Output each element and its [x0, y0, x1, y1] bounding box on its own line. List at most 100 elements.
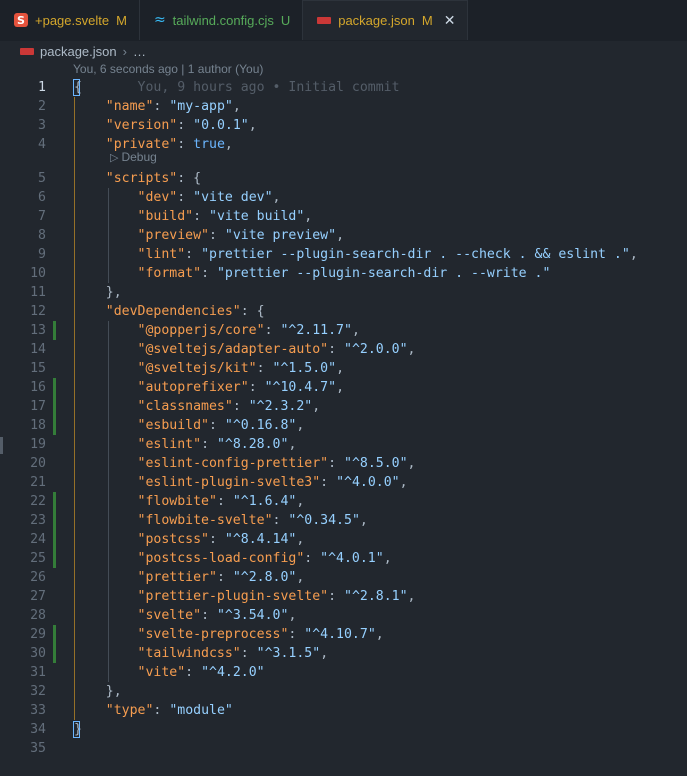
code-line[interactable]: 12 "devDependencies": {: [0, 302, 687, 321]
line-number: 29: [30, 627, 46, 642]
git-change-marker[interactable]: [53, 530, 56, 549]
git-change-marker[interactable]: [53, 321, 56, 340]
code-text: "dev": "vite dev",: [137, 190, 281, 205]
code-line[interactable]: 9 "lint": "prettier --plugin-search-dir …: [0, 245, 687, 264]
breadcrumb-file[interactable]: package.json: [40, 44, 117, 59]
editor-tab-bar: S +page.svelte M ≈ tailwind.config.cjs U…: [0, 0, 687, 41]
code-text: "name": "my-app",: [105, 99, 241, 114]
code-line[interactable]: 25 "postcss-load-config": "^4.0.1",: [0, 549, 687, 568]
line-number: 30: [30, 646, 46, 661]
code-text: { You, 9 hours ago • Initial commit: [74, 80, 400, 95]
code-text: "preview": "vite preview",: [137, 228, 345, 243]
code-line[interactable]: 31 "vite": "^4.2.0": [0, 663, 687, 682]
code-line[interactable]: 5 "scripts": {: [0, 169, 687, 188]
tab-label: +page.svelte: [35, 12, 110, 28]
code-text: "devDependencies": {: [105, 304, 265, 319]
code-line[interactable]: 3 "version": "0.0.1",: [0, 116, 687, 135]
npm-icon: [20, 47, 34, 55]
code-text: "@sveltejs/adapter-auto": "^2.0.0",: [137, 342, 416, 357]
code-line[interactable]: 17 "classnames": "^2.3.2",: [0, 397, 687, 416]
line-number: 34: [30, 722, 46, 737]
code-line[interactable]: 22 "flowbite": "^1.6.4",: [0, 492, 687, 511]
code-text: "flowbite-svelte": "^0.34.5",: [137, 513, 368, 528]
code-line[interactable]: 32 },: [0, 682, 687, 701]
line-number: 13: [30, 323, 46, 338]
code-line[interactable]: 24 "postcss": "^8.4.14",: [0, 530, 687, 549]
code-line[interactable]: 21 "eslint-plugin-svelte3": "^4.0.0",: [0, 473, 687, 492]
code-line[interactable]: 18 "esbuild": "^0.16.8",: [0, 416, 687, 435]
code-editor[interactable]: You, 6 seconds ago | 1 author (You) ▷ De…: [0, 62, 687, 776]
close-icon[interactable]: ✕: [444, 13, 456, 29]
git-change-marker[interactable]: [53, 397, 56, 416]
code-line[interactable]: 4 "private": true,: [0, 135, 687, 154]
line-number: 3: [38, 118, 46, 133]
git-change-marker[interactable]: [53, 416, 56, 435]
breadcrumb-more[interactable]: …: [133, 44, 146, 59]
code-line[interactable]: 26 "prettier": "^2.8.0",: [0, 568, 687, 587]
code-line[interactable]: 35: [0, 739, 687, 758]
code-text: "svelte-preprocess": "^4.10.7",: [137, 627, 384, 642]
code-line[interactable]: 16 "autoprefixer": "^10.4.7",: [0, 378, 687, 397]
code-text: "format": "prettier --plugin-search-dir …: [137, 266, 551, 281]
code-line[interactable]: 27 "prettier-plugin-svelte": "^2.8.1",: [0, 587, 687, 606]
tab-package-json[interactable]: package.json M ✕: [303, 0, 469, 40]
chevron-right-icon: ›: [122, 43, 127, 59]
code-line[interactable]: 14 "@sveltejs/adapter-auto": "^2.0.0",: [0, 340, 687, 359]
line-number: 10: [30, 266, 46, 281]
code-line[interactable]: 20 "eslint-config-prettier": "^8.5.0",: [0, 454, 687, 473]
code-line[interactable]: 11 },: [0, 283, 687, 302]
code-line[interactable]: 29 "svelte-preprocess": "^4.10.7",: [0, 625, 687, 644]
line-number: 7: [38, 209, 46, 224]
line-number: 18: [30, 418, 46, 433]
git-change-marker[interactable]: [53, 549, 56, 568]
code-line[interactable]: 1 { You, 9 hours ago • Initial commit: [0, 78, 687, 97]
code-line[interactable]: 34}: [0, 720, 687, 739]
line-number: 26: [30, 570, 46, 585]
bracket-match-highlight: [73, 79, 80, 96]
blame-header[interactable]: You, 6 seconds ago | 1 author (You): [73, 62, 263, 76]
inline-blame: You, 9 hours ago • Initial commit: [81, 80, 400, 95]
code-line[interactable]: 30 "tailwindcss": "^3.1.5",: [0, 644, 687, 663]
git-change-marker[interactable]: [53, 625, 56, 644]
code-line[interactable]: 15 "@sveltejs/kit": "^1.5.0",: [0, 359, 687, 378]
line-number: 8: [38, 228, 46, 243]
code-text: "postcss": "^8.4.14",: [137, 532, 305, 547]
indent-guide: [74, 97, 75, 720]
code-line[interactable]: 6 "dev": "vite dev",: [0, 188, 687, 207]
line-number: 15: [30, 361, 46, 376]
svelte-icon: S: [14, 13, 28, 27]
line-number: 31: [30, 665, 46, 680]
code-text: "type": "module": [105, 703, 233, 718]
code-line[interactable]: 10 "format": "prettier --plugin-search-d…: [0, 264, 687, 283]
code-text: "@popperjs/core": "^2.11.7",: [137, 323, 360, 338]
line-number: 23: [30, 513, 46, 528]
code-text: },: [105, 285, 122, 300]
code-line[interactable]: 23 "flowbite-svelte": "^0.34.5",: [0, 511, 687, 530]
git-change-marker[interactable]: [53, 644, 56, 663]
line-number: 2: [38, 99, 46, 114]
git-change-marker[interactable]: [53, 378, 56, 397]
code-line[interactable]: 13 "@popperjs/core": "^2.11.7",: [0, 321, 687, 340]
code-line[interactable]: 33 "type": "module": [0, 701, 687, 720]
code-text: "autoprefixer": "^10.4.7",: [137, 380, 345, 395]
scrollbar-marker: [0, 437, 3, 454]
npm-icon: [317, 17, 332, 24]
git-change-marker[interactable]: [53, 492, 56, 511]
code-text: "prettier-plugin-svelte": "^2.8.1",: [137, 589, 416, 604]
code-line[interactable]: 2 "name": "my-app",: [0, 97, 687, 116]
code-line[interactable]: 7 "build": "vite build",: [0, 207, 687, 226]
line-number: 35: [30, 741, 46, 756]
git-change-marker[interactable]: [53, 511, 56, 530]
code-text: "vite": "^4.2.0": [137, 665, 265, 680]
tab-label: tailwind.config.cjs: [172, 12, 274, 28]
code-line[interactable]: 28 "svelte": "^3.54.0",: [0, 606, 687, 625]
code-line[interactable]: 8 "preview": "vite preview",: [0, 226, 687, 245]
line-number: 14: [30, 342, 46, 357]
code-text: "eslint-plugin-svelte3": "^4.0.0",: [137, 475, 408, 490]
line-number: 28: [30, 608, 46, 623]
tab-page-svelte[interactable]: S +page.svelte M: [0, 0, 140, 40]
line-number: 27: [30, 589, 46, 604]
code-line[interactable]: 19 "eslint": "^8.28.0",: [0, 435, 687, 454]
tab-tailwind-config[interactable]: ≈ tailwind.config.cjs U: [139, 0, 304, 40]
code-text: "classnames": "^2.3.2",: [137, 399, 321, 414]
